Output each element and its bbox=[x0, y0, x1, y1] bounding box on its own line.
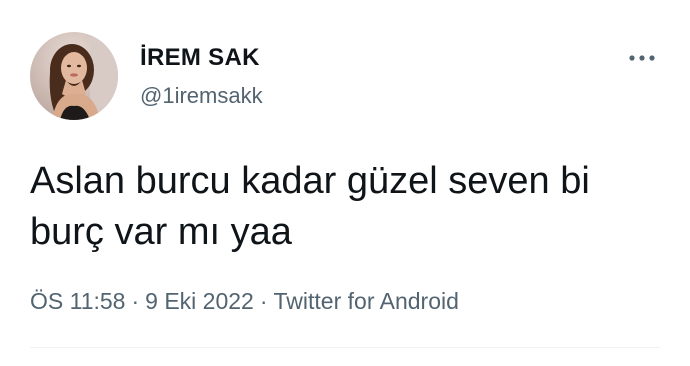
user-handle[interactable]: @1iremsakk bbox=[140, 83, 263, 109]
avatar[interactable] bbox=[30, 32, 118, 120]
more-horizontal-icon[interactable] bbox=[626, 50, 658, 66]
display-name[interactable]: İREM SAK bbox=[140, 44, 260, 72]
meta-separator: · bbox=[259, 288, 268, 314]
tweet-meta: ÖS 11:58 · 9 Eki 2022 · Twitter for Android bbox=[30, 286, 459, 316]
profile-photo-icon bbox=[30, 32, 118, 120]
divider bbox=[30, 347, 660, 348]
tweet-text-line: Aslan burcu kadar güzel seven bi bbox=[30, 160, 590, 202]
tweet-source[interactable]: Twitter for Android bbox=[274, 288, 459, 314]
tweet-time[interactable]: ÖS 11:58 bbox=[30, 288, 125, 314]
tweet-text: Aslan burcu kadar güzel seven bi burç va… bbox=[30, 156, 670, 258]
meta-separator: · bbox=[131, 288, 140, 314]
tweet-card: İREM SAK @1iremsakk Aslan burcu kadar gü… bbox=[0, 0, 690, 366]
tweet-date[interactable]: 9 Eki 2022 bbox=[145, 288, 254, 314]
tweet-text-line: burç var mı yaa bbox=[30, 211, 292, 253]
